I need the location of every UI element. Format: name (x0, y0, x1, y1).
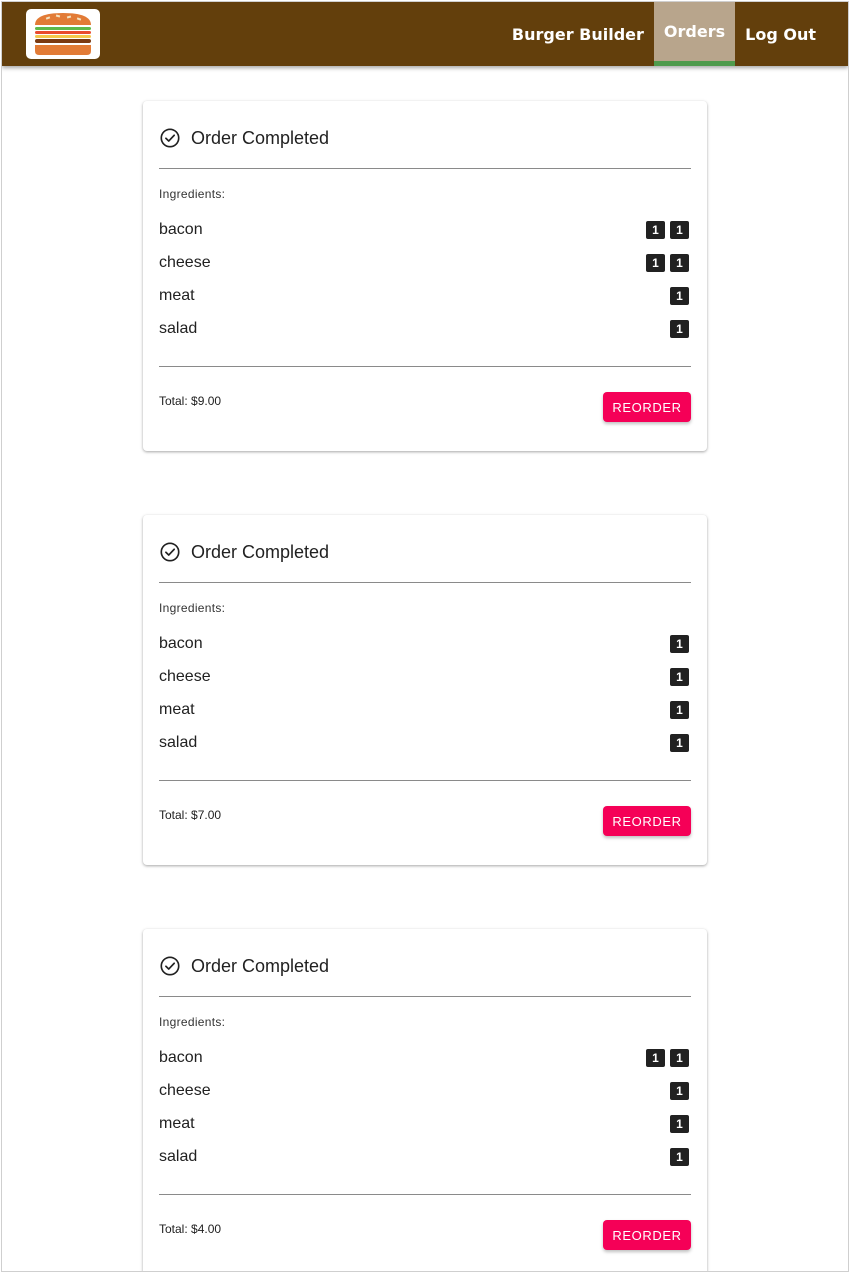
count-badge: 1 (670, 733, 689, 752)
ingredient-row: salad 1 (159, 726, 691, 759)
ingredient-row: meat 1 (159, 279, 691, 312)
app-frame: Burger Builder Orders Log Out Order Comp… (1, 1, 849, 1272)
nav-burger-builder[interactable]: Burger Builder (502, 2, 654, 66)
ingredient-count: 1 (670, 1081, 691, 1100)
divider (159, 582, 691, 583)
order-title: Order Completed (191, 955, 330, 976)
check-circle-icon (160, 956, 180, 976)
count-badge: 1 (670, 1048, 689, 1067)
ingredients-label: Ingredients: (159, 1015, 226, 1029)
check-circle-icon (160, 542, 180, 562)
main-nav: Burger Builder Orders Log Out (502, 2, 826, 66)
reorder-button[interactable]: REORDER (603, 806, 691, 836)
divider (159, 996, 691, 997)
count-badge: 1 (670, 667, 689, 686)
count-badge: 1 (670, 319, 689, 338)
order-header: Order Completed (159, 539, 329, 565)
ingredient-name: cheese (159, 253, 211, 271)
ingredient-row: salad 1 (159, 1140, 691, 1173)
order-card: Order Completed Ingredients: bacon 1 che… (143, 515, 707, 865)
ingredient-count: 1 1 (646, 220, 691, 239)
order-header: Order Completed (159, 125, 329, 151)
reorder-button[interactable]: REORDER (603, 392, 691, 422)
ingredient-count: 1 1 (646, 253, 691, 272)
ingredient-name: bacon (159, 1048, 203, 1066)
count-badge: 1 (670, 1081, 689, 1100)
count-badge: 1 (670, 220, 689, 239)
ingredient-name: bacon (159, 220, 203, 238)
divider (159, 1194, 691, 1195)
ingredient-count: 1 (670, 319, 691, 338)
ingredient-row: meat 1 (159, 693, 691, 726)
ingredient-row: bacon 1 1 (159, 213, 691, 246)
count-badge: 1 (670, 1114, 689, 1133)
ingredient-name: salad (159, 319, 198, 337)
count-badge: 1 (670, 634, 689, 653)
check-circle-icon (160, 128, 180, 148)
ingredient-name: cheese (159, 667, 211, 685)
ingredients-label: Ingredients: (159, 187, 226, 201)
count-badge: 1 (646, 1048, 665, 1067)
nav-log-out[interactable]: Log Out (735, 2, 826, 66)
order-card: Order Completed Ingredients: bacon 1 1 c… (143, 929, 707, 1271)
ingredient-row: meat 1 (159, 1107, 691, 1140)
ingredients-list: bacon 1 cheese 1 meat 1 salad 1 (159, 627, 691, 759)
ingredient-row: bacon 1 (159, 627, 691, 660)
ingredient-row: bacon 1 1 (159, 1041, 691, 1074)
burger-logo[interactable] (26, 9, 100, 59)
ingredient-count: 1 (670, 286, 691, 305)
divider (159, 366, 691, 367)
order-title: Order Completed (191, 541, 330, 562)
ingredients-list: bacon 1 1 cheese 1 meat 1 salad 1 (159, 1041, 691, 1173)
count-badge: 1 (670, 1147, 689, 1166)
count-badge: 1 (670, 286, 689, 305)
toolbar: Burger Builder Orders Log Out (2, 2, 848, 66)
ingredient-name: salad (159, 733, 198, 751)
reorder-button[interactable]: REORDER (603, 1220, 691, 1250)
order-header: Order Completed (159, 953, 329, 979)
ingredient-row: cheese 1 (159, 660, 691, 693)
ingredient-name: meat (159, 700, 195, 718)
order-total: Total: $7.00 (159, 808, 222, 822)
ingredients-list: bacon 1 1 cheese 1 1 meat 1 salad 1 (159, 213, 691, 345)
order-total: Total: $9.00 (159, 394, 222, 408)
ingredient-row: cheese 1 1 (159, 246, 691, 279)
ingredient-count: 1 (670, 1147, 691, 1166)
ingredient-name: cheese (159, 1081, 211, 1099)
ingredient-name: meat (159, 286, 195, 304)
divider (159, 168, 691, 169)
order-total: Total: $4.00 (159, 1222, 222, 1236)
ingredient-count: 1 1 (646, 1048, 691, 1067)
count-badge: 1 (670, 253, 689, 272)
nav-orders[interactable]: Orders (653, 2, 736, 66)
count-badge: 1 (670, 700, 689, 719)
burger-icon (35, 13, 91, 55)
count-badge: 1 (646, 253, 665, 272)
count-badge: 1 (646, 220, 665, 239)
ingredient-name: meat (159, 1114, 195, 1132)
ingredient-row: cheese 1 (159, 1074, 691, 1107)
ingredient-count: 1 (670, 700, 691, 719)
ingredient-count: 1 (670, 634, 691, 653)
ingredient-count: 1 (670, 733, 691, 752)
ingredient-row: salad 1 (159, 312, 691, 345)
ingredient-count: 1 (670, 1114, 691, 1133)
order-card: Order Completed Ingredients: bacon 1 1 c… (143, 101, 707, 451)
divider (159, 780, 691, 781)
ingredients-label: Ingredients: (159, 601, 226, 615)
ingredient-count: 1 (670, 667, 691, 686)
ingredient-name: bacon (159, 634, 203, 652)
ingredient-name: salad (159, 1147, 198, 1165)
order-title: Order Completed (191, 127, 330, 148)
